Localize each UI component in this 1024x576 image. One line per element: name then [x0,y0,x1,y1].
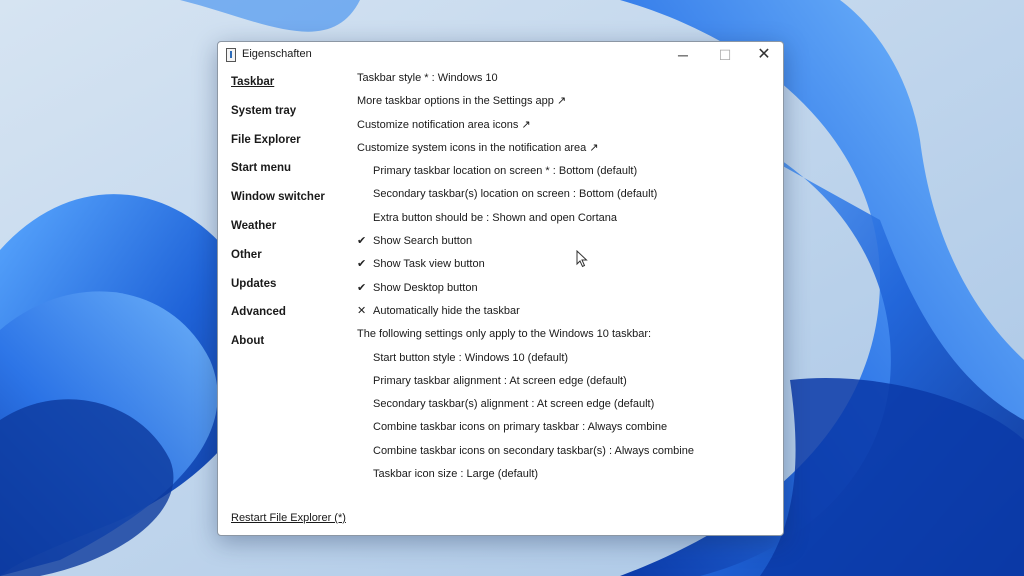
setting-row[interactable]: Extra button should be : Shown and open … [357,211,773,234]
setting-row[interactable]: ✔ Show Task view button [357,257,773,280]
sidebar-item-taskbar[interactable]: Taskbar [231,74,325,103]
setting-label: Combine taskbar icons on secondary taskb… [373,444,694,457]
checkmark-icon: ✔ [357,258,367,271]
setting-row[interactable]: Secondary taskbar(s) alignment : At scre… [357,397,773,420]
setting-label: Combine taskbar icons on primary taskbar… [373,421,668,434]
setting-row[interactable]: Primary taskbar location on screen * : B… [357,164,773,187]
sidebar-item-window-switcher[interactable]: Window switcher [231,189,325,218]
setting-row[interactable]: Start button style : Windows 10 (default… [357,351,773,374]
setting-row[interactable]: Secondary taskbar(s) location on screen … [357,187,773,210]
setting-label: Secondary taskbar(s) location on screen … [373,188,658,201]
setting-label: The following settings only apply to the… [357,328,652,341]
setting-row[interactable]: ✔ Show Desktop button [357,281,773,304]
maximize-button[interactable]: ☐ [704,42,746,70]
close-button[interactable]: ✕ [743,42,785,70]
setting-label: Show Task view button [373,258,485,271]
setting-row[interactable]: The following settings only apply to the… [357,327,773,350]
mouse-cursor-icon [576,250,588,268]
sidebar-item-other[interactable]: Other [231,247,325,276]
setting-row[interactable]: Primary taskbar alignment : At screen ed… [357,374,773,397]
setting-row[interactable]: Customize system icons in the notificati… [357,141,773,164]
checkmark-icon: ✔ [357,281,367,294]
setting-label: Secondary taskbar(s) alignment : At scre… [373,398,655,411]
sidebar-item-file-explorer[interactable]: File Explorer [231,132,325,161]
checkmark-icon: ✔ [357,235,367,248]
setting-label: Taskbar style * : Windows 10 [357,72,498,84]
setting-row[interactable]: More taskbar options in the Settings app… [357,94,773,117]
setting-row[interactable]: Customize notification area icons ↗ [357,118,773,141]
setting-label: Primary taskbar alignment : At screen ed… [373,374,627,387]
setting-label: Customize system icons in the notificati… [357,141,599,154]
setting-label: Start button style : Windows 10 (default… [373,351,569,364]
sidebar-nav: Taskbar System tray File Explorer Start men… [231,74,325,362]
app-icon [226,48,236,62]
setting-label: Extra button should be : Shown and open … [373,211,618,224]
setting-label: Primary taskbar location on screen * : B… [373,165,638,178]
setting-label: Automatically hide the taskbar [373,304,520,317]
setting-label: Customize notification area icons ↗ [357,118,531,131]
sidebar-item-advanced[interactable]: Advanced [231,304,325,333]
setting-row[interactable]: Taskbar icon size : Large (default) [357,467,773,490]
sidebar-item-about[interactable]: About [231,333,325,362]
setting-row[interactable]: Combine taskbar icons on primary taskbar… [357,420,773,443]
settings-list: Taskbar style * : Windows 10 More taskbar… [357,71,773,490]
minimize-button[interactable]: ─ [662,42,704,70]
setting-label: Taskbar icon size : Large (default) [373,468,539,481]
restart-file-explorer-link[interactable]: Restart File Explorer (*) [231,512,346,524]
setting-label: Show Search button [373,235,473,248]
sidebar-item-weather[interactable]: Weather [231,218,325,247]
setting-row[interactable]: Combine taskbar icons on secondary taskb… [357,444,773,467]
setting-row[interactable]: Taskbar style * : Windows 10 [357,71,773,94]
sidebar-item-start-menu[interactable]: Start menu [231,160,325,189]
setting-row[interactable]: ✔ Show Search button [357,234,773,257]
cross-icon: ✕ [357,304,367,317]
sidebar-item-updates[interactable]: Updates [231,276,325,305]
setting-label: More taskbar options in the Settings app… [357,95,567,108]
setting-row[interactable]: ✕ Automatically hide the taskbar [357,304,773,327]
setting-label: Show Desktop button [373,281,478,294]
properties-window: Eigenschaften ─ ☐ ✕ Taskbar System tray Fi… [217,41,784,536]
window-title: Eigenschaften [242,48,312,60]
title-bar[interactable]: Eigenschaften ─ ☐ ✕ [218,42,783,70]
sidebar-item-system-tray[interactable]: System tray [231,103,325,132]
